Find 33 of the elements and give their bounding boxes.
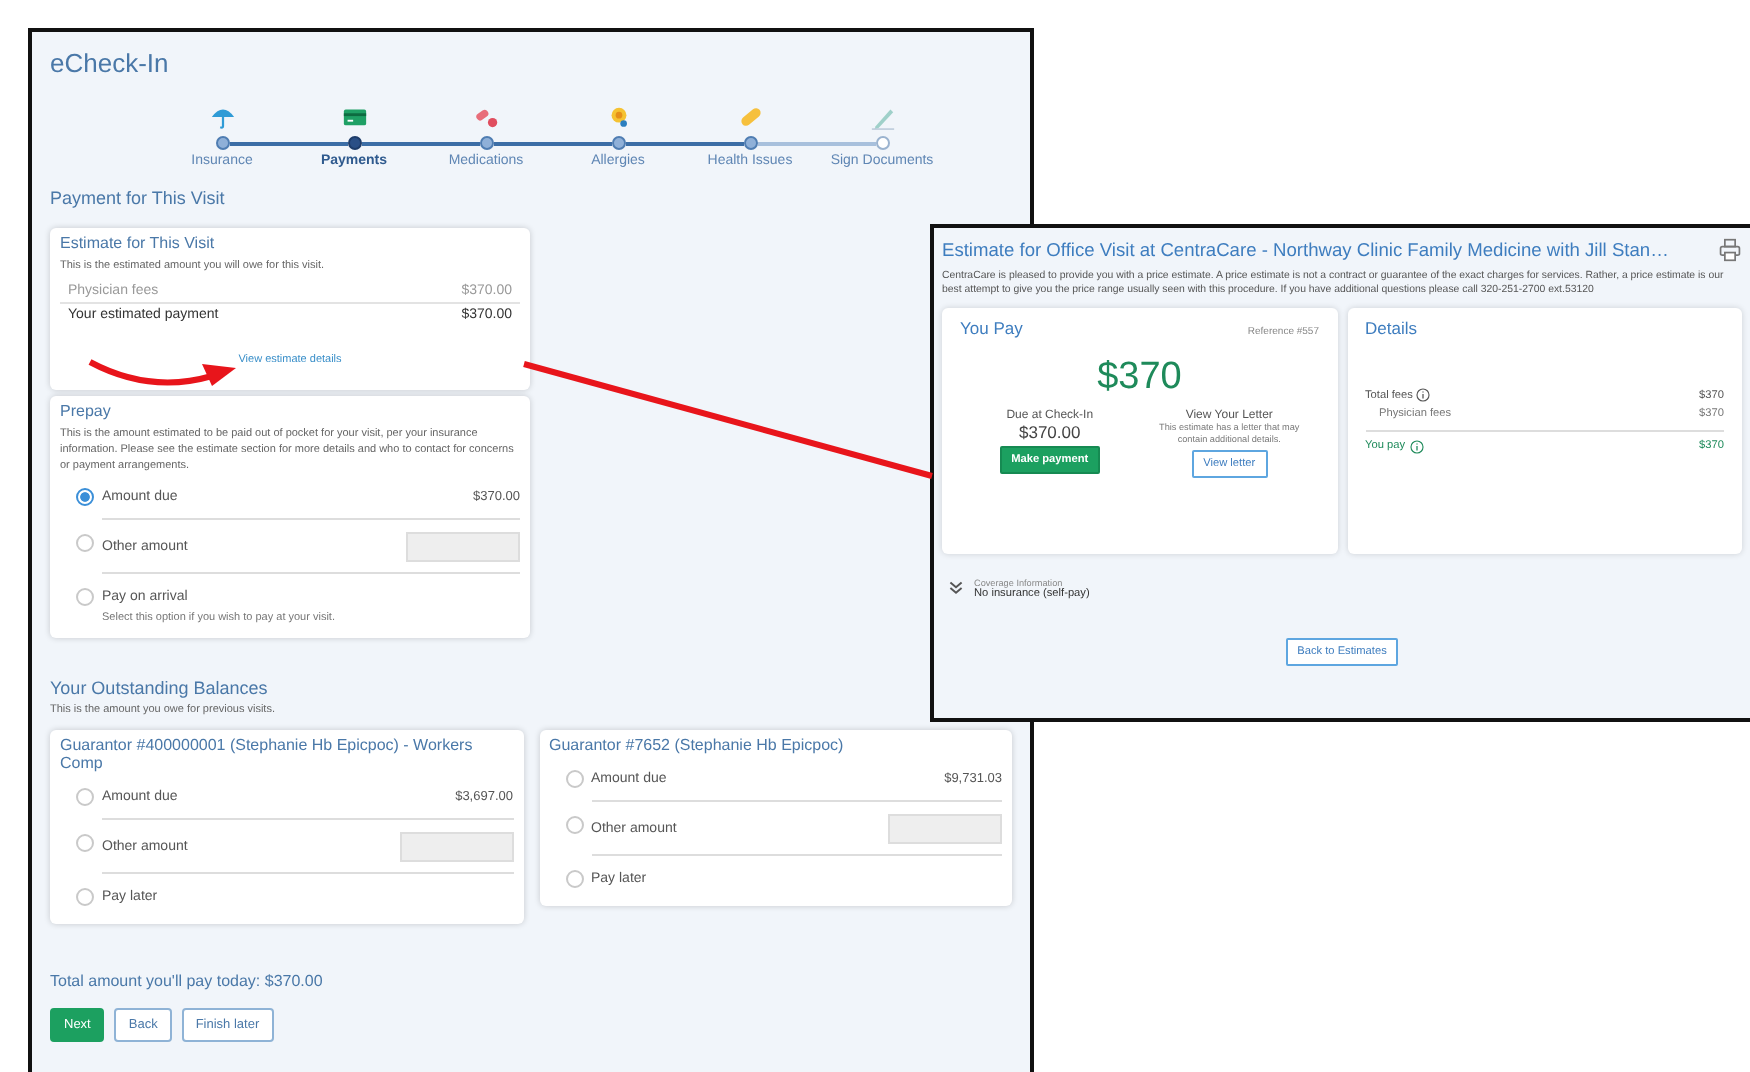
double-chevron-icon[interactable] xyxy=(948,580,964,597)
amount-field[interactable] xyxy=(399,832,513,863)
total-text: Total amount you'll pay today: $370.00 xyxy=(50,972,325,991)
radio-button[interactable] xyxy=(76,788,94,807)
card-icon xyxy=(341,104,367,130)
radio-button[interactable] xyxy=(76,888,94,907)
section-title: Your Outstanding Balances xyxy=(50,678,270,699)
card-title: You Pay xyxy=(960,317,1023,338)
card-title: Guarantor #400000001 (Stephanie Hb Epicpoc) - Workers Comp xyxy=(60,738,475,775)
window-title: Estimate for Office Visit at CentraCare - Northway Clinic Family Medicine with Jill Stan… xyxy=(942,240,1669,260)
card-title: Estimate for This Visit xyxy=(60,236,217,254)
radio-button[interactable] xyxy=(76,488,94,507)
info-icon[interactable] xyxy=(1416,388,1431,403)
radio-button[interactable] xyxy=(76,534,94,553)
card-title: Details xyxy=(1365,317,1419,338)
radio-button[interactable] xyxy=(565,770,583,789)
section-title: Payment for This Visit xyxy=(50,188,227,208)
radio-button[interactable] xyxy=(565,816,583,835)
radio-button[interactable] xyxy=(565,870,583,889)
radio-button[interactable] xyxy=(76,834,94,853)
info-icon[interactable] xyxy=(1409,439,1424,454)
umbrella-icon xyxy=(209,104,235,130)
window-title: eCheck-In xyxy=(50,48,171,78)
print-icon[interactable] xyxy=(1718,238,1742,262)
due-amount: $370.00 xyxy=(1019,421,1081,442)
pen-icon xyxy=(869,104,895,130)
card-title: Guarantor #7652 (Stephanie Hb Epicpoc) xyxy=(549,738,846,757)
amount-field[interactable] xyxy=(406,532,520,563)
pills-icon xyxy=(473,104,499,130)
amount-text: $370 xyxy=(1095,355,1184,400)
amount-field[interactable] xyxy=(888,814,1002,845)
card-title: Prepay xyxy=(60,403,113,422)
radio-button[interactable] xyxy=(76,588,94,607)
